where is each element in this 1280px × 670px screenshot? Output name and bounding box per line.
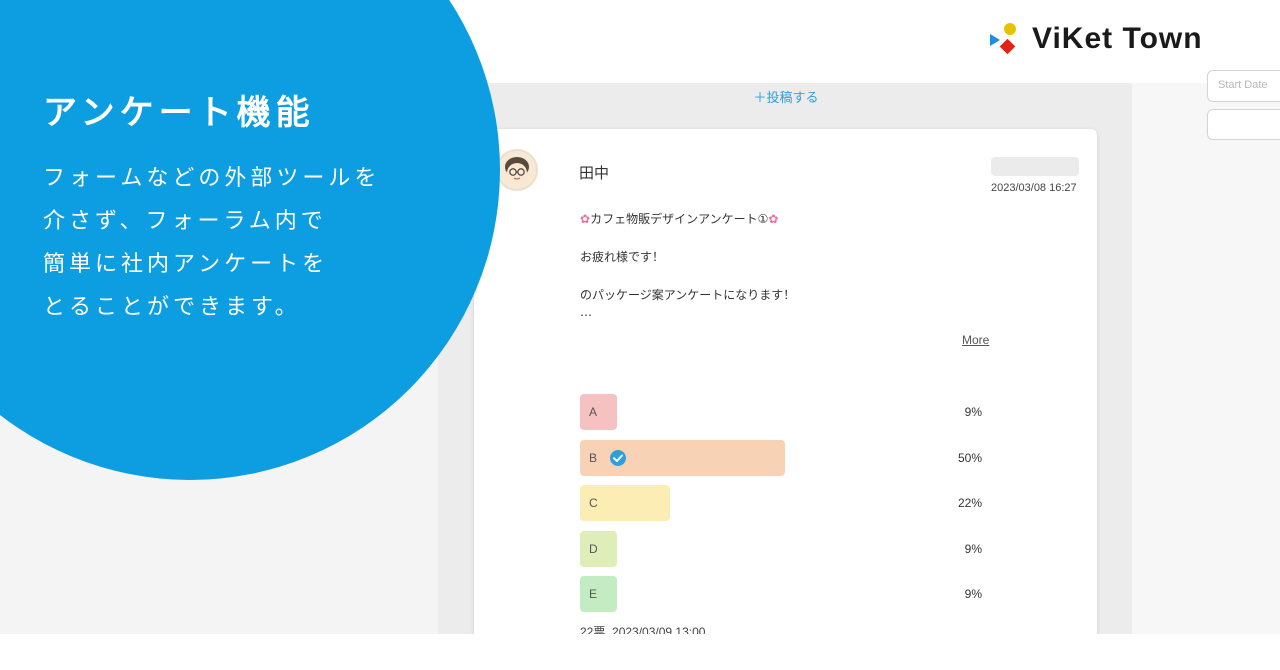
poll-option-percent: 9% [964,542,982,556]
post-card [474,129,1097,659]
poll-option-e[interactable]: E [580,576,617,612]
viket-town-logo: ViKet Town [988,20,1248,64]
filter-column [1132,83,1280,634]
poll-option-b[interactable]: B [580,440,785,476]
bottom-margin [0,634,1280,670]
banner-title: アンケート機能 [43,93,315,133]
check-icon [610,450,626,466]
flower-icon: ✿ [580,212,591,226]
start-date-input[interactable]: Start Date [1207,70,1280,102]
poll-option-percent: 50% [957,451,982,465]
new-post-button[interactable]: ＋投稿する [738,87,834,106]
post-greeting: お疲れ様です！ [580,250,665,264]
screen: ＋投稿する Start Date 田中 2023/03/08 16:27 ✿カフ… [0,0,1280,670]
post-message: のパッケージ案アンケートになります！ [580,288,796,302]
post-timestamp: 2023/03/08 16:27 [991,182,1077,194]
post-ellipsis: … [580,305,592,319]
avatar-illustration [505,157,529,183]
start-date-placeholder: Start Date [1218,79,1268,91]
poll-option-label: B [589,451,598,465]
poll-option-c[interactable]: C [580,485,670,521]
logo-text: ViKet Town [1032,22,1203,55]
poll-option-percent: 9% [964,587,982,601]
poll-option-d[interactable]: D [580,531,617,567]
banner-line-1: フォームなどの外部ツールを [43,166,381,191]
poll-option-label: A [589,405,598,419]
post-title: ✿カフェ物販デザインアンケート①✿ [580,210,778,227]
more-link[interactable]: More [962,333,989,347]
avatar[interactable] [496,149,538,191]
banner-line-3: 簡単に社内アンケートを [43,252,329,277]
post-menu-placeholder [991,157,1079,176]
author-name: 田中 [579,164,610,182]
post-title-text: カフェ物販デザインアンケート① [590,212,769,226]
end-date-input[interactable] [1207,109,1280,140]
poll-option-label: E [589,587,598,601]
logo-mark-icon [990,23,1016,55]
poll-option-label: C [589,496,598,510]
poll-option-percent: 9% [964,405,982,419]
poll-option-label: D [589,542,598,556]
banner-line-4: とることができます。 [43,295,301,320]
flower-icon: ✿ [768,212,779,226]
poll-option-percent: 22% [957,496,982,510]
banner-line-2: 介さず、フォーラム内で [43,209,327,234]
poll-option-a[interactable]: A [580,394,617,430]
